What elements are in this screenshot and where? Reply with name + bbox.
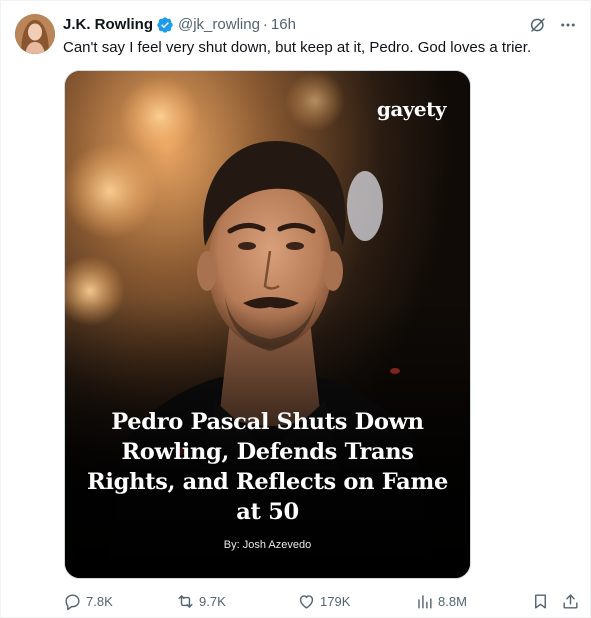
like-button[interactable]: 179K — [297, 592, 350, 611]
view-count: 8.8M — [438, 594, 467, 609]
tweet-text: Can't say I feel very shut down, but kee… — [63, 39, 532, 56]
separator-dot: · — [262, 16, 268, 33]
author-display-name[interactable]: J.K. Rowling — [63, 15, 153, 35]
repost-count: 9.7K — [199, 594, 226, 609]
top-actions — [528, 15, 578, 35]
bookmark-button[interactable] — [531, 592, 550, 611]
tweet-timestamp[interactable]: 16h — [271, 15, 296, 35]
reply-button[interactable]: 7.8K — [63, 592, 113, 611]
reply-icon — [65, 594, 80, 611]
like-count: 179K — [320, 594, 351, 609]
tweet-action-bar: 7.8K 9.7K 179K 8.8M — [63, 592, 581, 616]
tweet-header: J.K. Rowling @jk_rowling · 16h — [63, 15, 296, 35]
share-button[interactable] — [561, 592, 580, 611]
heart-icon — [299, 595, 314, 609]
bookmark-icon — [535, 594, 546, 609]
repost-button[interactable]: 9.7K — [176, 592, 226, 611]
share-icon — [563, 594, 578, 609]
grok-icon[interactable] — [528, 15, 548, 35]
media-byline: By: Josh Azevedo — [223, 539, 312, 551]
brand-logo: gayety — [376, 97, 447, 121]
media-headline: Pedro Pascal Shuts Down Rowling, Defends… — [87, 409, 448, 525]
more-icon[interactable] — [558, 15, 578, 35]
tweet-media-card[interactable]: gayety Pedro Pascal Shuts Down Rowling, … — [64, 70, 471, 579]
verified-badge-icon — [156, 16, 174, 34]
author-avatar[interactable] — [15, 14, 55, 54]
analytics-icon — [418, 595, 432, 609]
author-handle[interactable]: @jk_rowling — [178, 15, 260, 35]
reply-count: 7.8K — [86, 594, 113, 609]
tweet[interactable]: J.K. Rowling @jk_rowling · 16h Can't say… — [0, 0, 591, 618]
views-button[interactable]: 8.8M — [415, 592, 467, 611]
repost-icon — [178, 595, 193, 608]
